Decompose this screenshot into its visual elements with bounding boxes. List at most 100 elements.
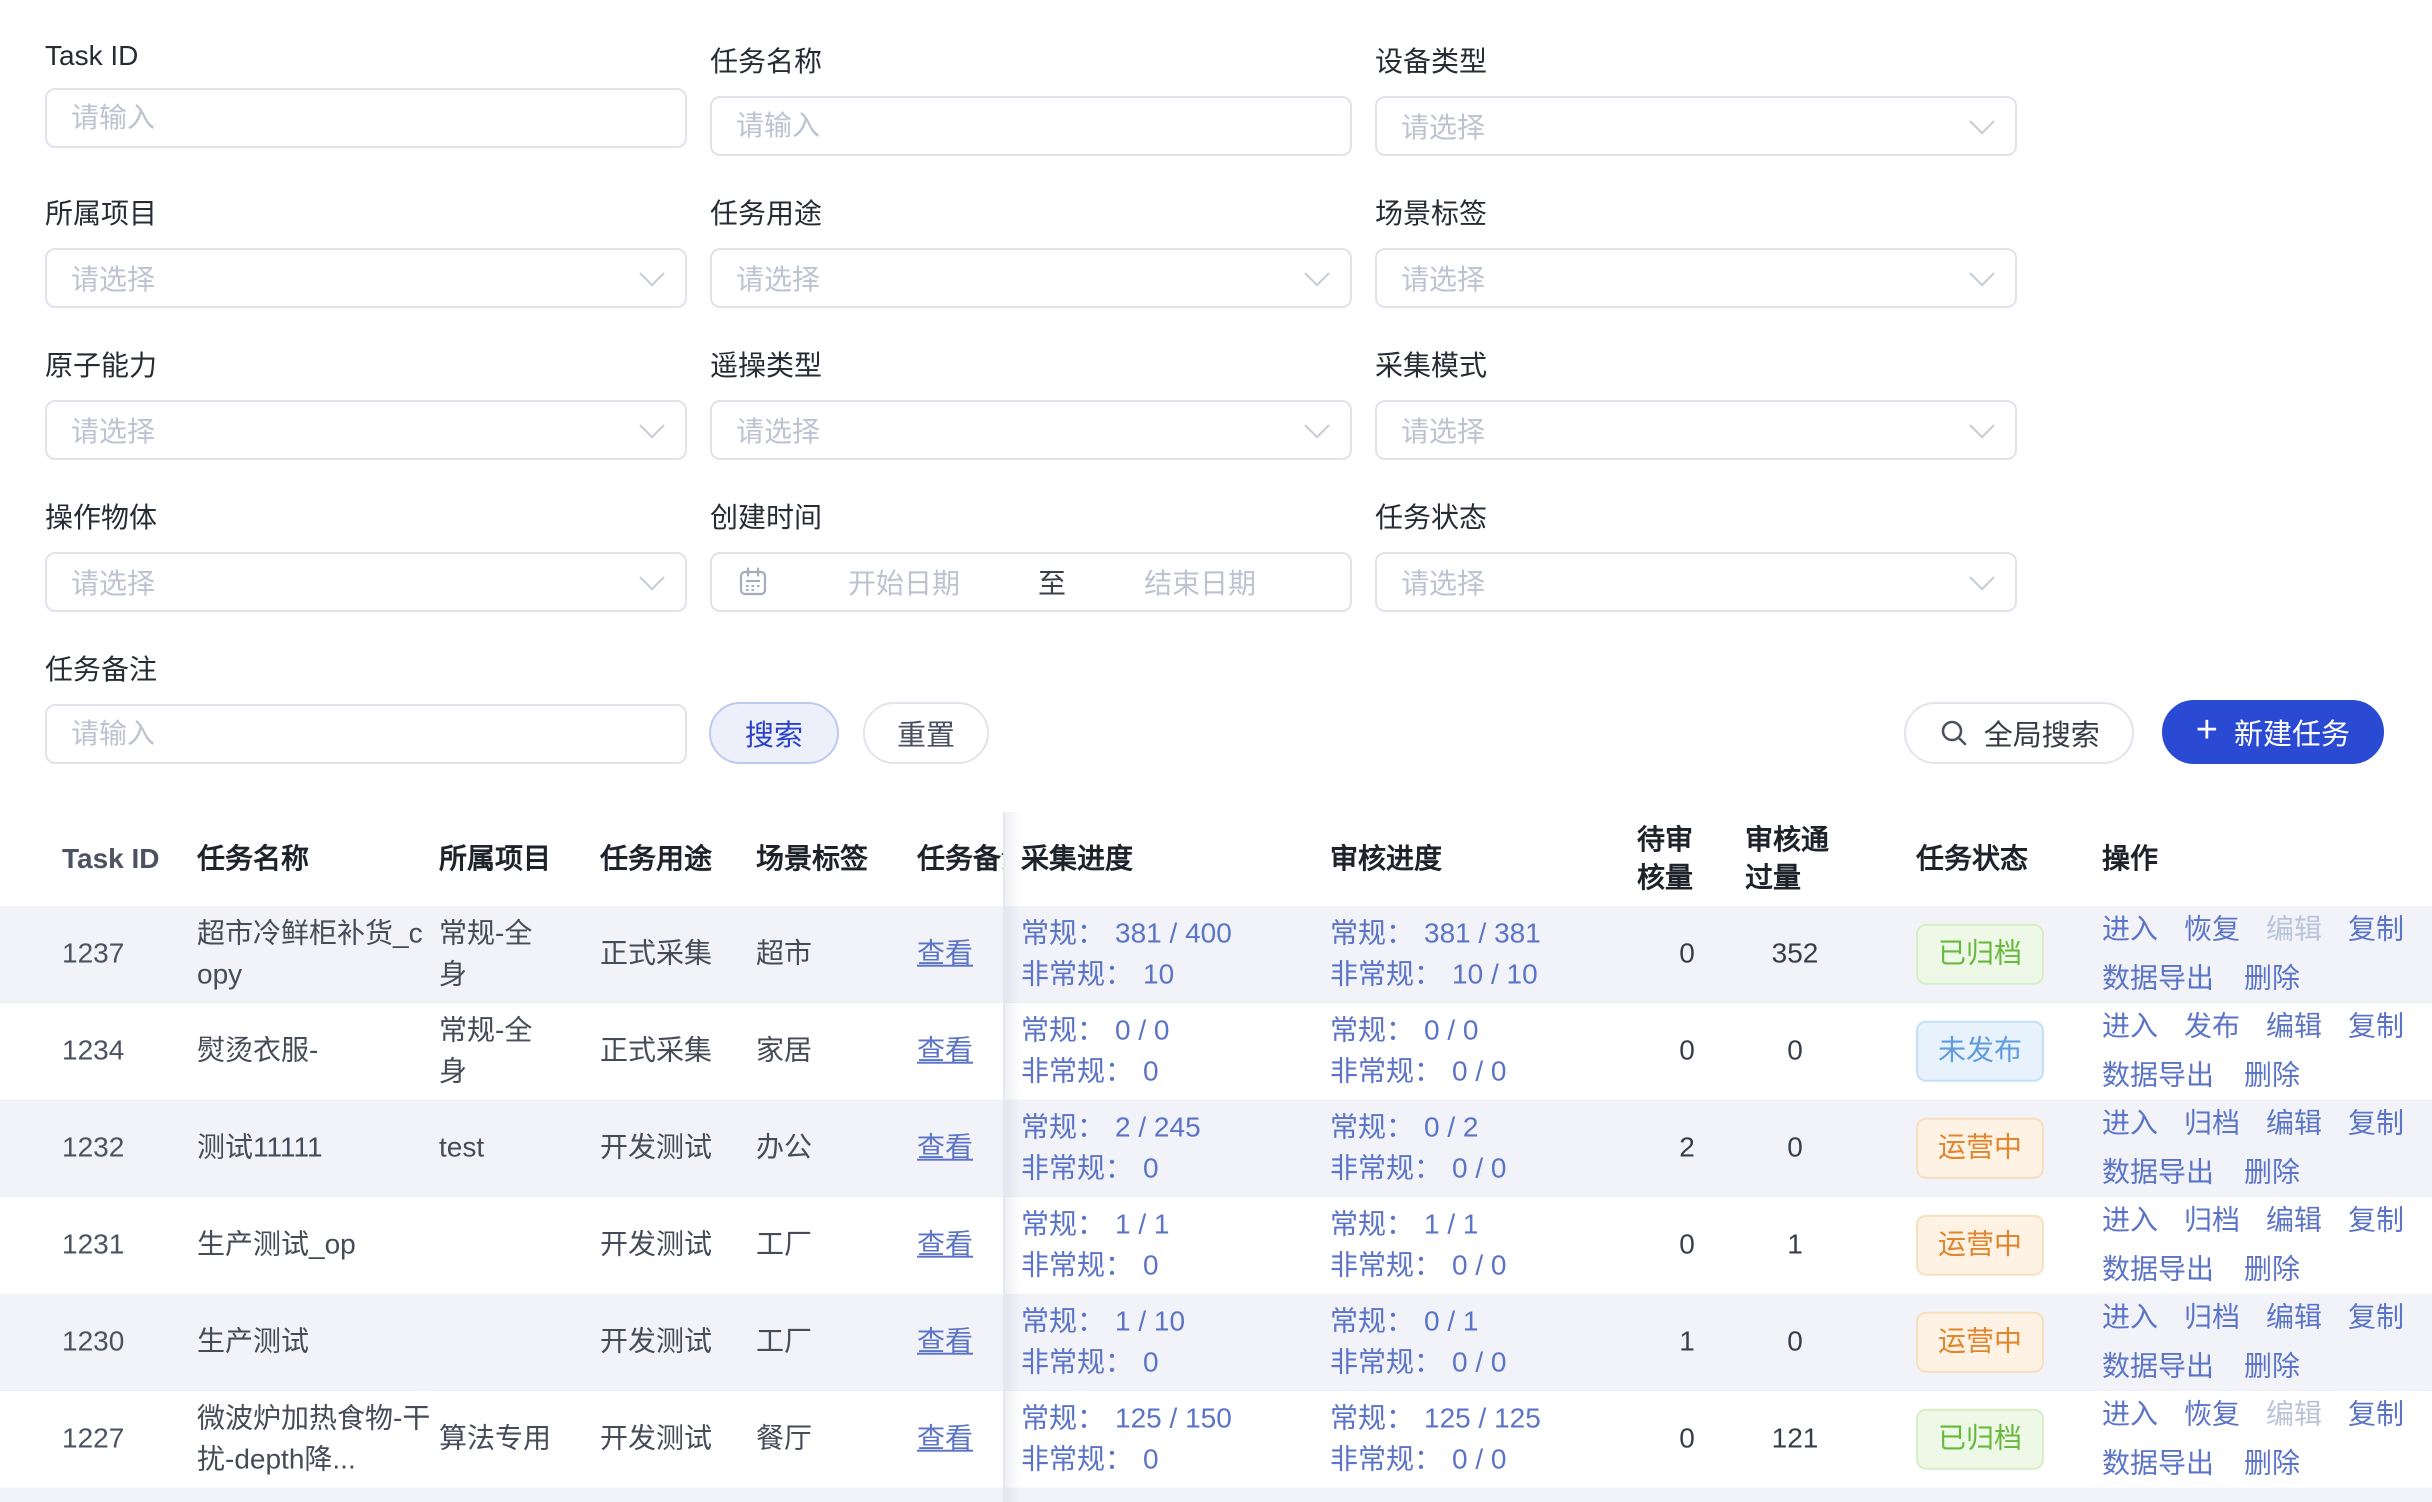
action-link-复制[interactable]: 复制: [2348, 1297, 2404, 1338]
action-link-恢复[interactable]: 恢复: [2184, 909, 2240, 950]
action-link-进入[interactable]: 进入: [2102, 1006, 2158, 1047]
col-header-task-id: Task ID: [62, 840, 182, 878]
action-link-删除[interactable]: 删除: [2244, 1443, 2300, 1484]
action-link-数据导出[interactable]: 数据导出: [2102, 1055, 2214, 1096]
review-regular-line[interactable]: 常规：125 / 125: [1330, 1398, 1630, 1439]
action-link-数据导出[interactable]: 数据导出: [2102, 958, 2214, 999]
cell-review-progress: 常规：381 / 381 非常规：10 / 10: [1330, 913, 1630, 994]
view-remark-link[interactable]: 查看: [917, 1035, 973, 1066]
filter-select[interactable]: 请选择: [710, 400, 1352, 460]
filter-select[interactable]: 请选择: [710, 248, 1352, 308]
table-row: 1232 测试11111 test 开发测试 办公 查看 常规：2 / 245 …: [0, 1100, 2432, 1197]
search-button[interactable]: 搜索: [709, 702, 839, 764]
filter-text-input[interactable]: [710, 96, 1352, 156]
action-link-删除[interactable]: 删除: [2244, 1249, 2300, 1290]
filter-select[interactable]: 请选择: [1375, 248, 2017, 308]
col-header-review: 审核进度: [1330, 840, 1630, 878]
chevron-down-icon: [639, 565, 664, 590]
action-link-归档[interactable]: 归档: [2184, 1103, 2240, 1144]
action-link-数据导出[interactable]: 数据导出: [2102, 1346, 2214, 1387]
view-remark-link[interactable]: 查看: [917, 938, 973, 969]
action-link-复制[interactable]: 复制: [2348, 1006, 2404, 1047]
filter-select[interactable]: 请选择: [1375, 96, 2017, 156]
action-link-数据导出[interactable]: 数据导出: [2102, 1249, 2214, 1290]
review-irregular-line[interactable]: 非常规：0 / 0: [1330, 1245, 1630, 1286]
collect-irregular-line[interactable]: 非常规：0: [1021, 1051, 1321, 1092]
end-date-placeholder[interactable]: 结束日期: [1074, 562, 1326, 602]
action-link-复制[interactable]: 复制: [2348, 1394, 2404, 1435]
start-date-placeholder[interactable]: 开始日期: [778, 562, 1030, 602]
filter-select[interactable]: 请选择: [45, 552, 687, 612]
reset-button[interactable]: 重置: [863, 702, 989, 764]
actions-line-2: 数据导出删除: [2102, 1152, 2422, 1193]
filter-grid: Task ID 任务名称 设备类型 请选择 所属项目 请选择 任务用途 请选择 …: [0, 0, 2432, 612]
action-link-删除[interactable]: 删除: [2244, 958, 2300, 999]
collect-irregular-line[interactable]: 非常规：0: [1021, 1148, 1321, 1189]
action-link-进入[interactable]: 进入: [2102, 1297, 2158, 1338]
review-irregular-line[interactable]: 非常规：0 / 0: [1330, 1439, 1630, 1480]
action-link-数据导出[interactable]: 数据导出: [2102, 1152, 2214, 1193]
action-link-删除[interactable]: 删除: [2244, 1346, 2300, 1387]
collect-irregular-line[interactable]: 非常规：0: [1021, 1342, 1321, 1383]
cell-name: 生产测试_op: [197, 1225, 432, 1266]
filter-select[interactable]: 请选择: [45, 248, 687, 308]
review-regular-line[interactable]: 常规：0 / 2: [1330, 1107, 1630, 1148]
action-link-复制[interactable]: 复制: [2348, 1103, 2404, 1144]
action-link-复制[interactable]: 复制: [2348, 909, 2404, 950]
review-regular-line[interactable]: 常规：0 / 1: [1330, 1301, 1630, 1342]
filter-text-input[interactable]: [45, 704, 687, 764]
view-remark-link[interactable]: 查看: [917, 1326, 973, 1357]
view-remark-link[interactable]: 查看: [917, 1229, 973, 1260]
action-link-进入[interactable]: 进入: [2102, 1394, 2158, 1435]
action-link-恢复[interactable]: 恢复: [2184, 1394, 2240, 1435]
action-link-编辑[interactable]: 编辑: [2266, 1006, 2322, 1047]
action-link-编辑[interactable]: 编辑: [2266, 1200, 2322, 1241]
review-irregular-line[interactable]: 非常规：0 / 0: [1330, 1148, 1630, 1189]
filter-select[interactable]: 请选择: [1375, 400, 2017, 460]
cell-purpose: 开发测试: [600, 1225, 750, 1266]
collect-regular-line[interactable]: 常规：381 / 400: [1021, 913, 1321, 954]
review-irregular-line[interactable]: 非常规：10 / 10: [1330, 954, 1630, 995]
create-task-button[interactable]: + 新建任务: [2162, 700, 2384, 764]
collect-regular-line[interactable]: 常规：0 / 0: [1021, 1010, 1321, 1051]
filter-text-input[interactable]: [45, 88, 687, 148]
action-link-复制[interactable]: 复制: [2348, 1200, 2404, 1241]
action-link-进入[interactable]: 进入: [2102, 1200, 2158, 1241]
action-link-发布[interactable]: 发布: [2184, 1006, 2240, 1047]
action-link-删除[interactable]: 删除: [2244, 1055, 2300, 1096]
actions-line-2: 数据导出删除: [2102, 1249, 2422, 1290]
regular-label: 常规：: [1330, 917, 1414, 948]
calendar-icon: [736, 565, 770, 599]
action-link-编辑[interactable]: 编辑: [2266, 1103, 2322, 1144]
global-search-button[interactable]: 全局搜索: [1904, 702, 2134, 764]
review-regular-line[interactable]: 常规：1 / 1: [1330, 1204, 1630, 1245]
filter-field-所属项目: 所属项目 请选择: [45, 192, 687, 308]
date-range-picker[interactable]: 开始日期 至 结束日期: [710, 552, 1352, 612]
collect-irregular-line[interactable]: 非常规：0: [1021, 1439, 1321, 1480]
collect-irregular-line[interactable]: 非常规：0: [1021, 1245, 1321, 1286]
action-link-归档[interactable]: 归档: [2184, 1200, 2240, 1241]
collect-regular-line[interactable]: 常规：125 / 150: [1021, 1398, 1321, 1439]
collect-irregular-line[interactable]: 非常规：10: [1021, 954, 1321, 995]
action-link-进入[interactable]: 进入: [2102, 909, 2158, 950]
action-link-删除[interactable]: 删除: [2244, 1152, 2300, 1193]
view-remark-link[interactable]: 查看: [917, 1423, 973, 1454]
review-regular-line[interactable]: 常规：381 / 381: [1330, 913, 1630, 954]
view-remark-link[interactable]: 查看: [917, 1132, 973, 1163]
action-link-归档[interactable]: 归档: [2184, 1297, 2240, 1338]
cell-pending-count: 2: [1637, 1128, 1737, 1169]
collect-regular-line[interactable]: 常规：2 / 245: [1021, 1107, 1321, 1148]
review-irregular-line[interactable]: 非常规：0 / 0: [1330, 1342, 1630, 1383]
collect-regular-line[interactable]: 常规：1 / 1: [1021, 1204, 1321, 1245]
review-regular-line[interactable]: 常规：0 / 0: [1330, 1010, 1630, 1051]
action-link-编辑[interactable]: 编辑: [2266, 1297, 2322, 1338]
collect-regular-line[interactable]: 常规：1 / 10: [1021, 1301, 1321, 1342]
action-link-进入[interactable]: 进入: [2102, 1103, 2158, 1144]
review-irregular-line[interactable]: 非常规：0 / 0: [1330, 1051, 1630, 1092]
select-placeholder: 请选择: [71, 258, 643, 298]
action-link-数据导出[interactable]: 数据导出: [2102, 1443, 2214, 1484]
filter-select[interactable]: 请选择: [45, 400, 687, 460]
filter-select[interactable]: 请选择: [1375, 552, 2017, 612]
review-regular-value: 1 / 1: [1424, 1208, 1478, 1239]
select-placeholder: 请选择: [71, 410, 643, 450]
